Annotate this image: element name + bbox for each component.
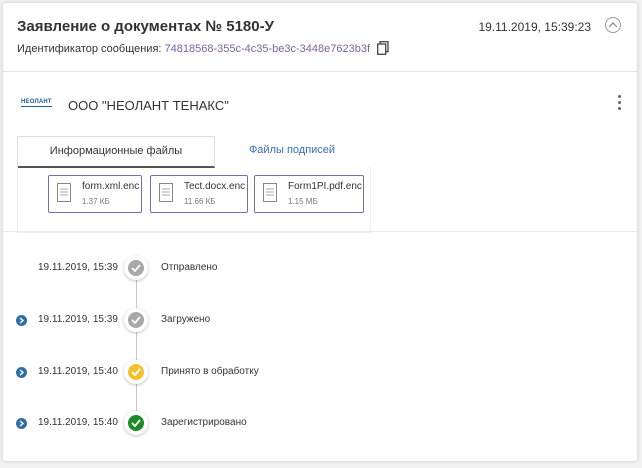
- file-tabs: Информационные файлы Файлы подписей: [17, 136, 369, 168]
- file-item[interactable]: form.xml.enc 1.37 КБ: [48, 175, 142, 213]
- file-name: Tect.docx.enc: [184, 181, 246, 192]
- header-date: 19.11.2019, 15:39:23: [478, 20, 591, 34]
- check-icon: [131, 368, 141, 376]
- copy-icon[interactable]: [377, 41, 389, 55]
- check-icon: [131, 316, 141, 324]
- timeline-time: 19.11.2019, 15:39: [38, 262, 118, 273]
- chevron-right-icon: [19, 420, 25, 427]
- organization-logo: НЕОЛАНТ: [21, 99, 52, 107]
- timeline-item: 19.11.2019, 15:39 Отправлено: [3, 256, 637, 282]
- message-id-label: Идентификатор сообщения:: [17, 43, 162, 55]
- organization-name: ООО "НЕОЛАНТ ТЕНАКС": [68, 98, 229, 113]
- message-id-value[interactable]: 74818568-355c-4c35-be3c-3448e7623b3f: [165, 43, 371, 55]
- file-name: form.xml.enc: [82, 181, 140, 192]
- file-icon: [57, 183, 71, 202]
- card-header: Заявление о документах № 5180-У 19.11.20…: [3, 3, 637, 72]
- files-panel: form.xml.enc 1.37 КБ Tect.docx.enc 11.66…: [17, 166, 371, 233]
- status-indicator: [124, 411, 148, 435]
- check-icon: [131, 264, 141, 272]
- chevron-up-icon: [608, 22, 618, 28]
- expand-button[interactable]: [16, 315, 27, 326]
- file-name: Form1PI.pdf.enc: [288, 181, 362, 192]
- chevron-right-icon: [19, 317, 25, 324]
- expand-button[interactable]: [16, 418, 27, 429]
- timeline-connector: [136, 273, 137, 423]
- check-icon: [131, 419, 141, 427]
- timeline-status: Зарегистрировано: [161, 417, 247, 428]
- tab-info-files[interactable]: Информационные файлы: [17, 136, 215, 168]
- timeline-status: Принято в обработку: [161, 366, 259, 377]
- file-size: 1.37 КБ: [82, 197, 110, 206]
- page-title: Заявление о документах № 5180-У: [17, 18, 274, 35]
- timeline-status: Загружено: [161, 314, 211, 325]
- timeline-status: Отправлено: [161, 262, 218, 273]
- file-size: 1.15 МБ: [288, 197, 318, 206]
- status-indicator: [124, 308, 148, 332]
- section-divider: [3, 231, 637, 232]
- file-icon: [263, 183, 277, 202]
- file-item[interactable]: Tect.docx.enc 11.66 КБ: [150, 175, 248, 213]
- timeline-item: 19.11.2019, 15:39 Загружено: [3, 308, 637, 334]
- expand-button[interactable]: [16, 367, 27, 378]
- chevron-right-icon: [19, 369, 25, 376]
- status-indicator: [124, 360, 148, 384]
- timeline-time: 19.11.2019, 15:40: [38, 366, 118, 377]
- file-icon: [159, 183, 173, 202]
- collapse-button[interactable]: [605, 17, 621, 33]
- file-size: 11.66 КБ: [184, 197, 216, 206]
- timeline-item: 19.11.2019, 15:40 Зарегистрировано: [3, 411, 637, 437]
- tab-signature-files[interactable]: Файлы подписей: [215, 136, 369, 165]
- document-card: Заявление о документах № 5180-У 19.11.20…: [3, 3, 637, 461]
- file-item[interactable]: Form1PI.pdf.enc 1.15 МБ: [254, 175, 364, 213]
- message-id-row: Идентификатор сообщения: 74818568-355c-4…: [17, 43, 370, 55]
- timeline-item: 19.11.2019, 15:40 Принято в обработку: [3, 360, 637, 386]
- timeline-time: 19.11.2019, 15:40: [38, 417, 118, 428]
- status-indicator: [124, 256, 148, 280]
- kebab-menu-icon[interactable]: [616, 95, 622, 112]
- timeline-time: 19.11.2019, 15:39: [38, 314, 118, 325]
